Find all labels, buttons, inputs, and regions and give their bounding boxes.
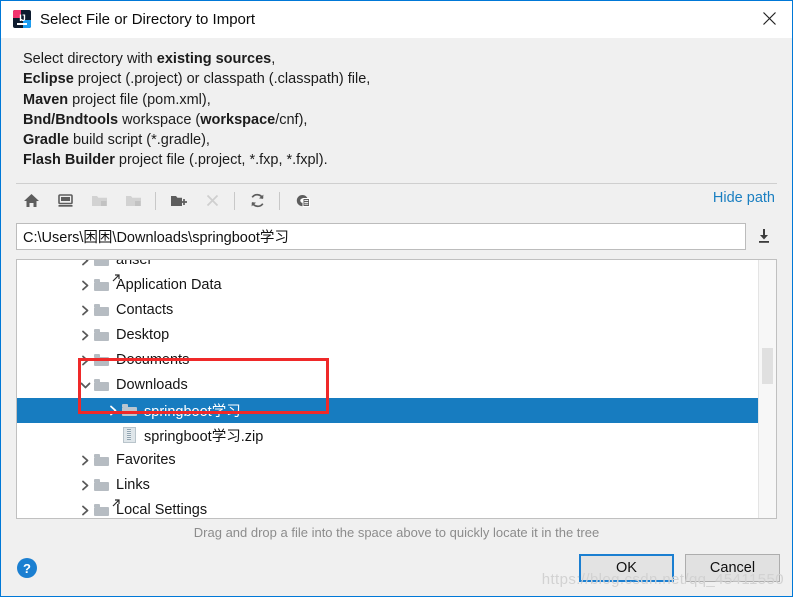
chevron-right-icon[interactable] bbox=[77, 348, 93, 373]
new-folder-icon[interactable] bbox=[163, 188, 193, 214]
folder-icon bbox=[93, 259, 110, 273]
tree-item[interactable]: Desktop bbox=[17, 323, 758, 348]
tree-item[interactable]: Local Settings bbox=[17, 498, 758, 518]
tree-item-label: Favorites bbox=[116, 452, 176, 469]
tree-item-label: Documents bbox=[116, 352, 190, 369]
tree-item[interactable]: anser bbox=[17, 259, 758, 273]
folder-shortcut-icon bbox=[93, 498, 120, 518]
tree-scrollbar[interactable] bbox=[758, 259, 776, 518]
tree-item[interactable]: Documents bbox=[17, 348, 758, 373]
tree-item[interactable]: Downloads bbox=[17, 373, 758, 398]
folder-icon bbox=[93, 298, 110, 323]
tree-item[interactable]: Contacts bbox=[17, 298, 758, 323]
description-line: Maven project file (pom.xml), bbox=[23, 91, 211, 108]
tree-item-label: Contacts bbox=[116, 302, 174, 319]
chevron-right-icon[interactable] bbox=[77, 273, 93, 298]
toolbar-separator bbox=[279, 191, 280, 210]
folder-icon bbox=[93, 448, 110, 473]
intellij-idea-icon: IJ bbox=[13, 10, 31, 28]
file-chooser-toolbar: Hide path bbox=[16, 182, 777, 218]
button-bar: ? OK Cancel bbox=[1, 551, 792, 596]
chevron-right-icon[interactable] bbox=[77, 448, 93, 473]
tree-item[interactable]: springboot学习 bbox=[17, 397, 758, 423]
home-icon[interactable] bbox=[16, 188, 46, 214]
chevron-right-icon[interactable] bbox=[77, 498, 93, 518]
tree-item-label: Local Settings bbox=[116, 502, 208, 518]
description-line: Bnd/Bndtools workspace (workspace/cnf), bbox=[23, 111, 308, 128]
path-input[interactable]: C:\Users\困困\Downloads\springboot学习 bbox=[16, 222, 746, 250]
chevron-right-icon[interactable] bbox=[77, 259, 93, 273]
dialog-description: Select directory with existing sources, E… bbox=[1, 38, 792, 177]
tree-item[interactable]: Application Data bbox=[17, 273, 758, 298]
help-button[interactable]: ? bbox=[17, 558, 37, 578]
project-folder-icon bbox=[84, 188, 114, 214]
hide-path-link[interactable]: Hide path bbox=[713, 190, 775, 206]
toolbar-separator bbox=[234, 191, 235, 210]
close-icon[interactable] bbox=[746, 1, 792, 36]
folder-icon bbox=[93, 348, 110, 373]
tree-item-label: anser bbox=[116, 259, 153, 269]
path-row: C:\Users\困困\Downloads\springboot学习 bbox=[16, 222, 777, 250]
chevron-right-icon[interactable] bbox=[105, 398, 121, 423]
import-file-dialog: IJ Select File or Directory to Import Se… bbox=[0, 0, 793, 597]
tree-item-label: Desktop bbox=[116, 327, 170, 344]
chevron-down-icon[interactable] bbox=[77, 373, 93, 398]
folder-icon bbox=[93, 373, 110, 398]
scrollbar-thumb[interactable] bbox=[762, 347, 773, 384]
zip-file-icon bbox=[121, 423, 138, 448]
module-folder-icon bbox=[118, 188, 148, 214]
description-line: Gradle build script (*.gradle), bbox=[23, 132, 210, 149]
tree-item[interactable]: Favorites bbox=[17, 448, 758, 473]
tree-item-label: Downloads bbox=[116, 377, 188, 394]
refresh-icon[interactable] bbox=[242, 188, 272, 214]
window-title: Select File or Directory to Import bbox=[40, 10, 256, 28]
tree-item-label: Application Data bbox=[116, 277, 222, 294]
chevron-right-icon[interactable] bbox=[77, 298, 93, 323]
show-hidden-files-icon[interactable] bbox=[287, 188, 317, 214]
tree-item-label: springboot学习 bbox=[144, 403, 241, 420]
tree-item-label: springboot学习.zip bbox=[144, 428, 264, 445]
desktop-icon[interactable] bbox=[50, 188, 80, 214]
cancel-button[interactable]: Cancel bbox=[685, 554, 780, 582]
delete-icon bbox=[197, 188, 227, 214]
description-line: Flash Builder project file (.project, *.… bbox=[23, 152, 328, 169]
tree-item[interactable]: Links bbox=[17, 473, 758, 498]
folder-icon bbox=[93, 473, 110, 498]
tree-item[interactable]: springboot学习.zip bbox=[17, 423, 758, 448]
drop-down-history-icon[interactable] bbox=[751, 226, 777, 246]
description-line: Select directory with existing sources, bbox=[23, 51, 276, 67]
tree-item-label: Links bbox=[116, 477, 150, 494]
drag-drop-hint: Drag and drop a file into the space abov… bbox=[193, 524, 600, 540]
folder-icon bbox=[121, 398, 138, 423]
directory-tree[interactable]: anser Application Data Contacts Desktop Docu… bbox=[16, 258, 777, 519]
folder-icon bbox=[93, 323, 110, 348]
ok-button[interactable]: OK bbox=[579, 554, 674, 582]
title-bar: IJ Select File or Directory to Import bbox=[1, 1, 792, 38]
chevron-right-icon[interactable] bbox=[77, 323, 93, 348]
toolbar-separator bbox=[155, 191, 156, 210]
folder-shortcut-icon bbox=[93, 273, 120, 298]
description-line: Eclipse project (.project) or classpath … bbox=[23, 71, 371, 88]
chevron-right-icon[interactable] bbox=[77, 473, 93, 498]
